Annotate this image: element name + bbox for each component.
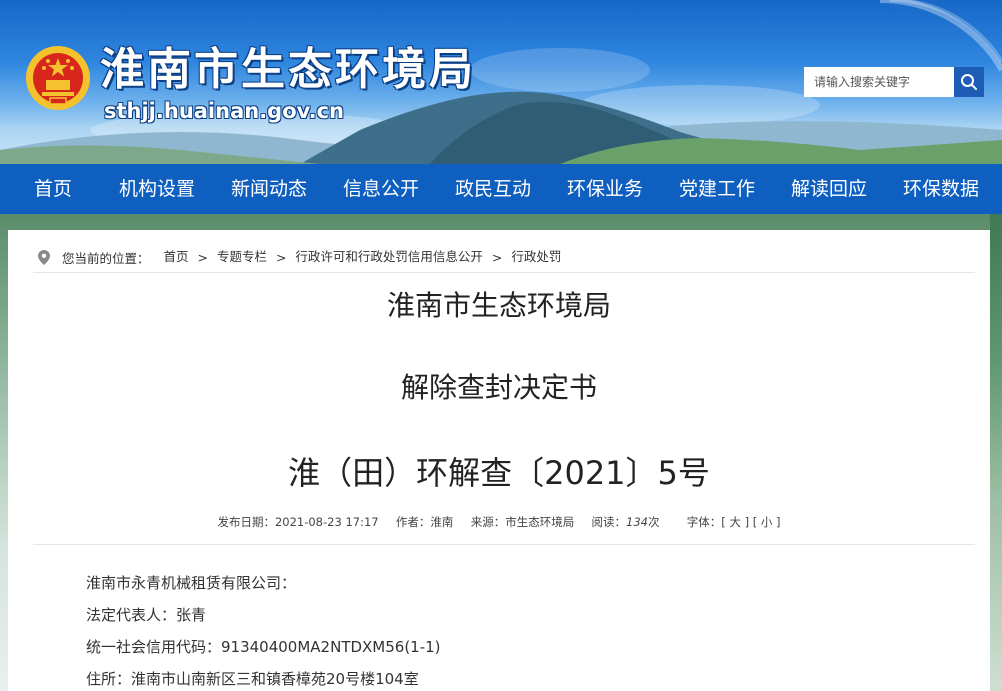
source: 市生态环境局 (505, 515, 575, 529)
article-paragraph: 统一社会信用代码：91340400MA2NTDXM56(1-1) (86, 638, 441, 656)
date-label: 发布日期： (217, 515, 275, 529)
article-paragraph: 法定代表人：张青 (86, 606, 207, 624)
breadcrumb: 您当前的位置： 首页 > 专题专栏 > 行政许可和行政处罚信用信息公开 > 行政… (38, 246, 561, 267)
national-emblem-icon (26, 46, 90, 110)
breadcrumb-prefix: 您当前的位置： (61, 251, 150, 266)
font-small-button[interactable]: [ 小 ] (753, 515, 781, 529)
breadcrumb-separator: > (275, 250, 287, 265)
nav-item-party-building[interactable]: 党建工作 (679, 164, 755, 214)
breadcrumb-special-topics-link[interactable]: 专题专栏 (217, 249, 267, 264)
article-agency: 淮南市生态环境局 (386, 289, 611, 322)
header-banner: 淮南市生态环境局 sthjj.huainan.gov.cn (0, 0, 1002, 164)
article-panel: 您当前的位置： 首页 > 专题专栏 > 行政许可和行政处罚信用信息公开 > 行政… (8, 230, 990, 691)
author-label: 作者： (395, 515, 431, 529)
font-size-label: 字体： (686, 515, 722, 529)
article-doc-number: 淮（田）环解查〔2021〕5号 (288, 454, 710, 492)
site-title: 淮南市生态环境局 (100, 44, 476, 95)
breadcrumb-separator: > (197, 250, 208, 265)
author: 淮南 (430, 515, 454, 529)
nav-item-interpretation[interactable]: 解读回应 (791, 164, 867, 214)
views-unit: 次 (647, 515, 660, 529)
site-domain: sthjj.huainan.gov.cn (104, 99, 344, 123)
breadcrumb-credit-info-link[interactable]: 行政许可和行政处罚信用信息公开 (295, 249, 483, 264)
font-large-button[interactable]: [ 大 ] (721, 515, 749, 529)
nav-item-env-business[interactable]: 环保业务 (567, 164, 643, 214)
search-icon (961, 74, 977, 90)
view-count: 134 (626, 515, 648, 529)
breadcrumb-separator: > (491, 250, 503, 265)
article-meta: 发布日期：2021-08-23 17:17 作者：淮南 来源：市生态环境局 阅读… (8, 514, 990, 530)
nav-item-info-disclosure[interactable]: 信息公开 (343, 164, 419, 214)
source-label: 来源： (470, 515, 506, 529)
search-button[interactable] (954, 67, 984, 97)
divider (33, 544, 975, 545)
location-pin-icon (38, 250, 50, 265)
article-doc-type: 解除查封决定书 (400, 371, 597, 404)
main-nav: 首页 机构设置 新闻动态 信息公开 政民互动 环保业务 党建工作 解读回应 环保… (0, 164, 1002, 214)
page-background-edge (990, 214, 1002, 691)
publish-date: 2021-08-23 17:17 (274, 515, 379, 529)
article-paragraph: 淮南市永青机械租赁有限公司： (86, 574, 297, 592)
breadcrumb-penalty-link[interactable]: 行政处罚 (511, 249, 561, 264)
nav-item-interaction[interactable]: 政民互动 (455, 164, 531, 214)
article-paragraph: 住所：淮南市山南新区三和镇香樟苑20号楼104室 (86, 670, 419, 688)
nav-item-home[interactable]: 首页 (34, 164, 72, 214)
nav-item-news[interactable]: 新闻动态 (231, 164, 307, 214)
search-input[interactable] (804, 67, 954, 97)
breadcrumb-home-link[interactable]: 首页 (163, 249, 188, 264)
divider (33, 272, 975, 273)
nav-item-env-data[interactable]: 环保数据 (903, 164, 979, 214)
views-label: 阅读： (591, 515, 627, 529)
nav-item-organization[interactable]: 机构设置 (119, 164, 195, 214)
